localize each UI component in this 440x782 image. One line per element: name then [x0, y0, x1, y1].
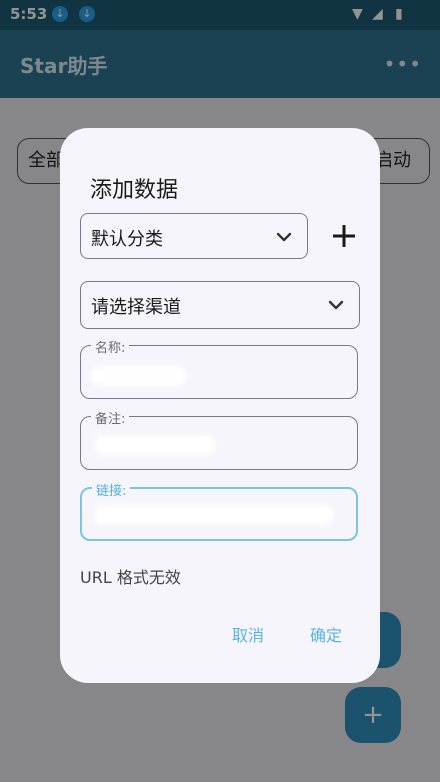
- name-field-redacted: [91, 366, 186, 386]
- confirm-button[interactable]: 确定: [304, 618, 348, 650]
- link-field-redacted: [94, 505, 334, 525]
- chevron-down-icon: [276, 232, 292, 242]
- category-select[interactable]: 默认分类: [80, 213, 308, 259]
- url-error-message: URL 格式无效: [80, 568, 181, 587]
- name-field[interactable]: 名称:: [80, 337, 358, 399]
- link-field[interactable]: 链接:: [80, 480, 358, 541]
- cancel-button[interactable]: 取消: [226, 618, 270, 650]
- category-select-value: 默认分类: [91, 229, 163, 250]
- add-data-dialog: 添加数据 默认分类 请选择渠道 名称: 备注: 链接: URL 格式无效 取消 …: [60, 128, 380, 683]
- chevron-down-icon: [328, 300, 344, 310]
- channel-select-value: 请选择渠道: [91, 297, 181, 318]
- channel-select[interactable]: 请选择渠道: [80, 281, 360, 329]
- dialog-title: 添加数据: [90, 178, 179, 203]
- add-category-icon[interactable]: [332, 224, 356, 248]
- note-field-label: 备注:: [91, 408, 130, 427]
- name-field-label: 名称:: [91, 337, 130, 356]
- link-field-label: 链接:: [92, 480, 131, 499]
- note-field[interactable]: 备注:: [80, 408, 358, 470]
- note-field-redacted: [95, 435, 215, 455]
